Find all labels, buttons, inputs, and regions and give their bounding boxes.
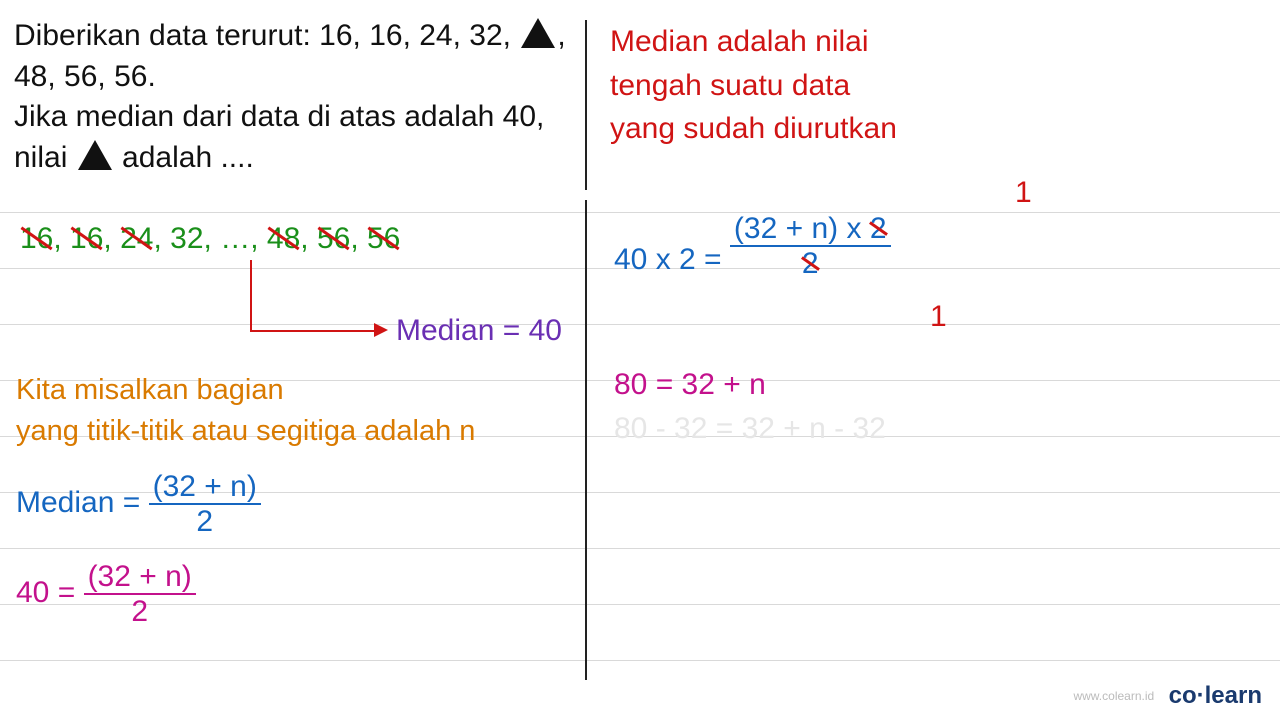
rule-line: [0, 660, 1280, 661]
sorted-data-list: 16, 16, 24, 32, …, 48, 56, 56: [20, 222, 400, 256]
note-median-definition: Median adalah nilai tengah suatu data ya…: [610, 20, 897, 151]
equation-cross-multiply: 40 x 2 = (32 + n) x 2 2: [614, 212, 891, 280]
equation-median-formula: Median = (32 + n)2: [16, 470, 261, 538]
arrow-median-v: [250, 260, 252, 330]
cancel-one-bottom: 1: [930, 300, 947, 334]
divider: [585, 200, 587, 680]
brand-footer: www.colearn.id co·learn: [1073, 682, 1262, 710]
brand-url: www.colearn.id: [1073, 689, 1154, 703]
arrow-median-h: [250, 330, 374, 332]
median-value-label: Median = 40: [396, 314, 562, 348]
equation-substituted: 40 = (32 + n)2: [16, 560, 196, 628]
rule-line: [0, 548, 1280, 549]
equation-next-faded: 80 - 32 = 32 + n - 32: [614, 412, 886, 446]
arrow-head-icon: [374, 323, 388, 337]
brand-logo: co·learn: [1169, 682, 1262, 709]
problem-text: Diberikan data terurut: 16, 16, 24, 32, …: [14, 16, 574, 178]
triangle-icon: [78, 140, 112, 170]
rule-line: [0, 324, 1280, 325]
triangle-icon: [521, 18, 555, 48]
divider-top: [585, 20, 587, 190]
equation-simplified: 80 = 32 + n: [614, 368, 766, 402]
assumption-text: Kita misalkan bagian yang titik-titik at…: [16, 370, 475, 451]
cancel-one-top: 1: [1015, 176, 1032, 210]
